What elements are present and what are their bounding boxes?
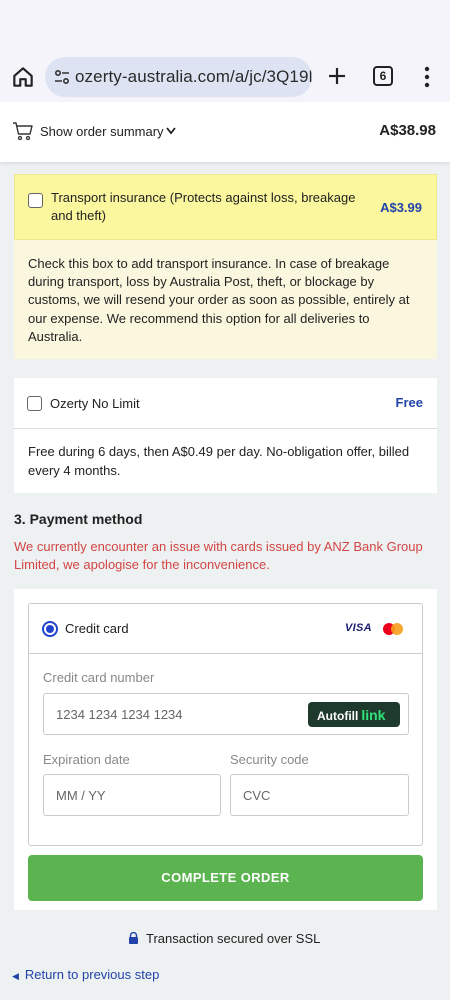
expiration-date-input[interactable]: MM / YY xyxy=(43,774,221,816)
visa-logo-icon: VISA xyxy=(345,622,372,634)
no-limit-label: Ozerty No Limit xyxy=(50,396,140,411)
transport-insurance-option[interactable]: Transport insurance (Protects against lo… xyxy=(14,174,437,240)
transport-insurance-description: Check this box to add transport insuranc… xyxy=(14,240,437,359)
lock-icon xyxy=(129,932,138,944)
credit-card-label: Credit card xyxy=(65,621,129,636)
address-bar[interactable]: ozerty-australia.com/a/jc/3Q19NC xyxy=(45,57,312,97)
card-number-placeholder: 1234 1234 1234 1234 xyxy=(56,707,183,722)
cart-icon xyxy=(13,122,33,141)
payment-card: Credit card VISA Credit card number 1234… xyxy=(14,589,437,910)
back-caret-icon: ◀ xyxy=(12,971,19,981)
security-code-placeholder: CVC xyxy=(243,788,271,803)
expiration-date-placeholder: MM / YY xyxy=(56,788,106,803)
no-limit-checkbox[interactable] xyxy=(27,396,42,411)
security-code-label: Security code xyxy=(230,752,309,767)
transport-insurance-price: A$3.99 xyxy=(380,200,422,215)
transport-insurance-checkbox[interactable] xyxy=(28,193,43,208)
return-link-label: Return to previous step xyxy=(24,967,160,982)
status-bar xyxy=(0,0,450,52)
home-icon[interactable] xyxy=(10,64,36,90)
payment-method-title: 3. Payment method xyxy=(14,511,143,527)
complete-order-button[interactable]: COMPLETE ORDER xyxy=(28,855,423,901)
no-limit-price: Free xyxy=(395,395,423,410)
show-order-summary-toggle[interactable]: Show order summary xyxy=(40,124,164,139)
card-number-label: Credit card number xyxy=(43,670,155,685)
card-number-input[interactable]: 1234 1234 1234 1234 Autofill link xyxy=(43,693,409,735)
transport-insurance-label: Transport insurance (Protects against lo… xyxy=(51,190,356,223)
payment-warning: We currently encounter an issue with car… xyxy=(14,539,423,572)
security-code-input[interactable]: CVC xyxy=(230,774,409,816)
credit-card-option[interactable]: Credit card VISA xyxy=(29,604,422,654)
order-total: A$38.98 xyxy=(379,122,436,139)
no-limit-option[interactable]: Ozerty No Limit Free xyxy=(14,378,437,429)
credit-card-radio[interactable] xyxy=(42,621,58,637)
browser-toolbar: ozerty-australia.com/a/jc/3Q19NC 6 xyxy=(0,52,450,102)
autofill-label: Autofill xyxy=(317,709,359,723)
expiration-date-label: Expiration date xyxy=(43,752,130,767)
autofill-link-button[interactable]: Autofill link xyxy=(308,702,400,727)
no-limit-description: Free during 6 days, then A$0.49 per day.… xyxy=(14,429,437,493)
url-text: ozerty-australia.com/a/jc/3Q19NC xyxy=(75,67,312,86)
site-settings-icon[interactable] xyxy=(53,68,71,86)
tab-switcher-button[interactable]: 6 xyxy=(373,66,393,86)
link-logo-text: link xyxy=(361,707,386,723)
credit-card-panel: Credit card VISA Credit card number 1234… xyxy=(28,603,423,846)
return-to-previous-step-link[interactable]: ◀ Return to previous step xyxy=(12,967,159,982)
more-menu-icon[interactable] xyxy=(424,66,430,88)
chevron-down-icon xyxy=(166,127,176,135)
mastercard-logo-icon xyxy=(383,623,403,635)
new-tab-icon[interactable] xyxy=(326,65,348,87)
order-summary-bar[interactable]: Show order summary A$38.98 xyxy=(0,102,450,162)
ssl-notice: Transaction secured over SSL xyxy=(146,931,321,946)
